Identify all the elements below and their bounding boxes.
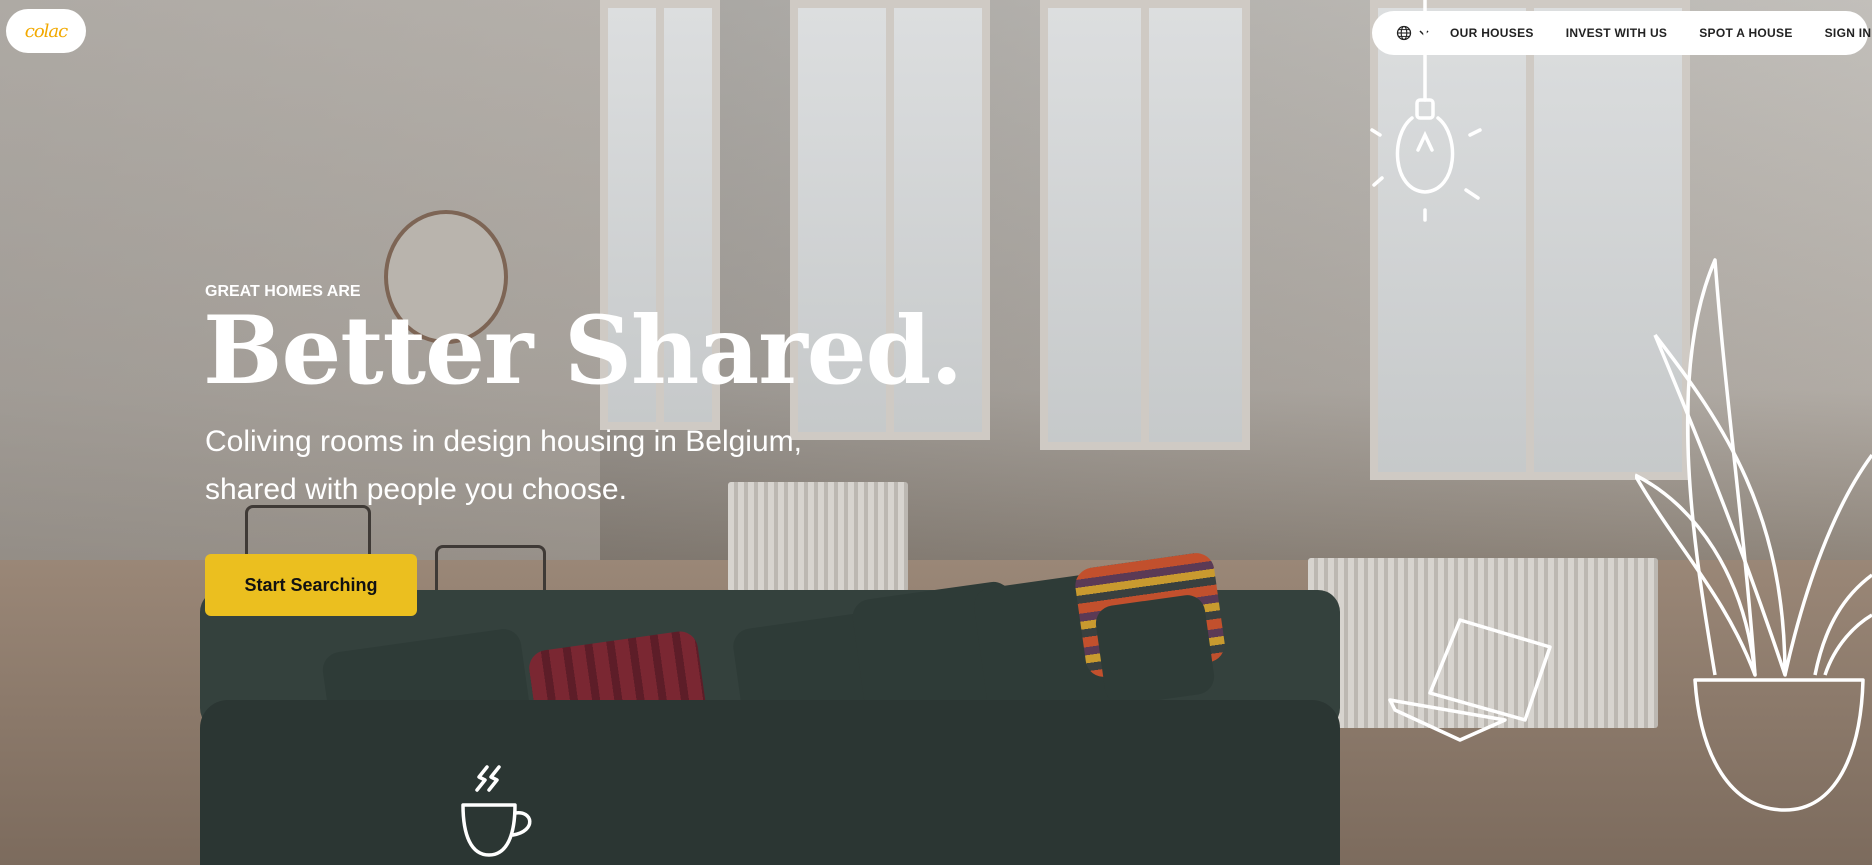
hero-subtitle: Coliving rooms in design housing in Belg…: [205, 425, 802, 506]
plant-icon: [1635, 258, 1872, 812]
background-sofa-seat: [200, 700, 1340, 865]
start-searching-button[interactable]: Start Searching: [205, 554, 417, 616]
lightbulb-icon: [1370, 0, 1482, 222]
hero-headline: Better Shared.: [203, 296, 963, 406]
hero-section: colac OUR HOUSES INVEST WITH US SPOT A H…: [0, 0, 1872, 865]
nav-link-sign-in[interactable]: SIGN IN: [1825, 26, 1872, 40]
coffee-cup-icon: [461, 765, 532, 857]
background-window: [1040, 0, 1250, 450]
laptop-icon: [1388, 618, 1552, 742]
logo-text: colac: [24, 20, 68, 42]
logo[interactable]: colac: [6, 9, 86, 53]
nav-link-invest-with-us[interactable]: INVEST WITH US: [1566, 26, 1668, 40]
nav-link-spot-a-house[interactable]: SPOT A HOUSE: [1699, 26, 1792, 40]
background-cushion: [1093, 592, 1217, 708]
